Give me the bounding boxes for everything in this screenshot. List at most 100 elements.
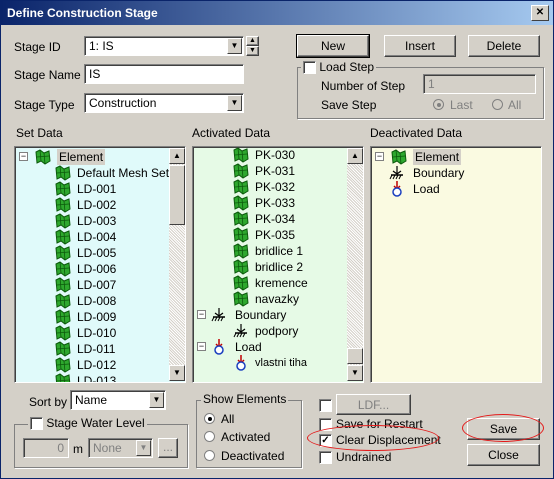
mesh-icon xyxy=(233,195,249,211)
water-browse-button[interactable]: ... xyxy=(158,438,178,458)
new-button[interactable]: New xyxy=(296,34,370,58)
load-icon xyxy=(211,339,227,355)
scroll-down-icon[interactable]: ▼ xyxy=(347,365,363,381)
number-of-step-field[interactable]: 1 xyxy=(423,74,536,94)
activated-data-scrollbar[interactable]: ▲ ▼ xyxy=(347,148,363,381)
stage-type-label: Stage Type xyxy=(14,98,75,112)
chevron-down-icon[interactable]: ▼ xyxy=(227,95,242,111)
clear-displacement-checkbox[interactable]: ✓ xyxy=(319,434,332,447)
mesh-icon xyxy=(55,245,71,261)
sort-by-select[interactable]: Name ▼ xyxy=(70,390,166,410)
activated-data-tree[interactable]: PK-030 PK-031 PK-032 PK-033 PK-034 PK-035 brid… xyxy=(192,146,364,383)
close-button[interactable]: Close xyxy=(467,444,540,466)
collapse-icon[interactable]: − xyxy=(19,152,28,161)
scroll-up-icon[interactable]: ▲ xyxy=(169,148,185,164)
tree-node-label: LD-009 xyxy=(77,310,117,324)
mesh-icon xyxy=(35,149,51,165)
undrained-checkbox[interactable] xyxy=(319,451,332,464)
load-icon xyxy=(233,355,249,371)
tree-node-label: bridlice 1 xyxy=(255,244,304,258)
insert-button[interactable]: Insert xyxy=(384,35,456,57)
scroll-down-icon[interactable]: ▼ xyxy=(169,365,185,381)
stage-type-value: Construction xyxy=(89,96,157,110)
stage-name-label: Stage Name xyxy=(14,68,81,82)
mesh-icon xyxy=(233,227,249,243)
ldf-checkbox[interactable] xyxy=(319,399,332,412)
water-level-label: Stage Water Level xyxy=(46,416,145,430)
load-step-checkbox[interactable] xyxy=(303,61,316,75)
delete-button[interactable]: Delete xyxy=(468,35,540,57)
save-step-last-radio[interactable] xyxy=(433,99,444,110)
mesh-icon xyxy=(55,373,71,383)
stage-type-select[interactable]: Construction ▼ xyxy=(84,93,244,113)
mesh-icon xyxy=(233,211,249,227)
deactivated-data-header: Deactivated Data xyxy=(370,126,463,140)
mesh-icon xyxy=(55,357,71,373)
mesh-icon xyxy=(55,197,71,213)
tree-node-label: podpory xyxy=(255,324,299,338)
save-restart-checkbox[interactable] xyxy=(319,418,332,431)
collapse-icon[interactable]: − xyxy=(375,152,384,161)
load-step-label: Load Step xyxy=(319,60,375,74)
scroll-thumb[interactable] xyxy=(347,348,363,364)
water-level-header: Stage Water Level xyxy=(28,416,147,431)
water-unit-label: m xyxy=(73,442,83,456)
water-function-select[interactable]: None ▼ xyxy=(88,438,153,458)
chevron-down-icon[interactable]: ▼ xyxy=(149,392,164,408)
water-function-value: None xyxy=(93,441,122,455)
save-button[interactable]: Save xyxy=(467,418,540,440)
tree-node-label: Load xyxy=(413,182,440,196)
set-data-header: Set Data xyxy=(16,126,63,140)
chevron-down-icon[interactable]: ▼ xyxy=(227,38,242,54)
mesh-icon xyxy=(233,163,249,179)
show-activated-radio[interactable] xyxy=(204,431,215,442)
boundary-icon xyxy=(389,165,405,181)
title-bar: Define Construction Stage ✕ xyxy=(1,1,553,25)
tree-node-label: Element xyxy=(413,149,462,165)
save-restart-label: Save for Restart xyxy=(336,417,423,431)
collapse-icon[interactable]: − xyxy=(197,310,206,319)
mesh-icon xyxy=(233,179,249,195)
show-all-label: All xyxy=(221,412,235,426)
mesh-icon xyxy=(55,213,71,229)
tree-node-label: Element xyxy=(57,149,106,165)
window-title: Define Construction Stage xyxy=(7,6,158,20)
mesh-icon xyxy=(55,325,71,341)
tree-node-label: LD-011 xyxy=(77,342,116,356)
stage-id-select[interactable]: 1: IS ▼ xyxy=(84,36,244,56)
stage-up-button[interactable]: ▲ xyxy=(246,36,259,46)
scroll-thumb[interactable] xyxy=(169,165,185,225)
mesh-icon xyxy=(55,165,71,181)
water-level-checkbox[interactable] xyxy=(30,417,43,431)
show-all-radio[interactable] xyxy=(204,413,215,424)
load-step-header: Load Step xyxy=(301,60,377,75)
show-deactivated-label: Deactivated xyxy=(221,449,285,463)
tree-node-label: Default Mesh Set xyxy=(77,166,170,180)
tree-node-label: PK-030 xyxy=(255,148,296,162)
water-level-field[interactable]: 0 xyxy=(23,438,69,458)
tree-node-label: PK-034 xyxy=(255,212,296,226)
mesh-icon xyxy=(55,309,71,325)
stage-down-button[interactable]: ▼ xyxy=(246,46,259,56)
mesh-icon xyxy=(55,293,71,309)
ldf-button[interactable]: LDF... xyxy=(336,394,411,415)
set-data-tree[interactable]: − Element Default Mesh Set LD-001 LD-002 LD… xyxy=(14,146,186,383)
tree-node-label: navazky xyxy=(255,292,300,306)
collapse-icon[interactable]: − xyxy=(197,342,206,351)
show-elements-header: Show Elements xyxy=(201,392,289,406)
mesh-icon xyxy=(55,181,71,197)
save-step-all-radio[interactable] xyxy=(492,99,503,110)
show-deactivated-radio[interactable] xyxy=(204,450,215,461)
deactivated-data-tree[interactable]: − Element Boundary Load xyxy=(370,146,542,383)
tree-node-label: PK-032 xyxy=(255,180,296,194)
dialog-window: Define Construction Stage ✕ Stage ID 1: … xyxy=(0,0,554,479)
close-icon[interactable]: ✕ xyxy=(531,5,549,21)
set-data-scrollbar[interactable]: ▲ ▼ xyxy=(169,148,185,381)
undrained-label: Undrained xyxy=(336,450,392,464)
stage-name-field[interactable]: IS xyxy=(84,64,244,84)
tree-node-label: PK-031 xyxy=(255,164,296,178)
save-step-label: Save Step xyxy=(321,98,377,112)
scroll-up-icon[interactable]: ▲ xyxy=(347,148,363,164)
mesh-icon xyxy=(55,277,71,293)
chevron-down-icon[interactable]: ▼ xyxy=(136,440,151,456)
